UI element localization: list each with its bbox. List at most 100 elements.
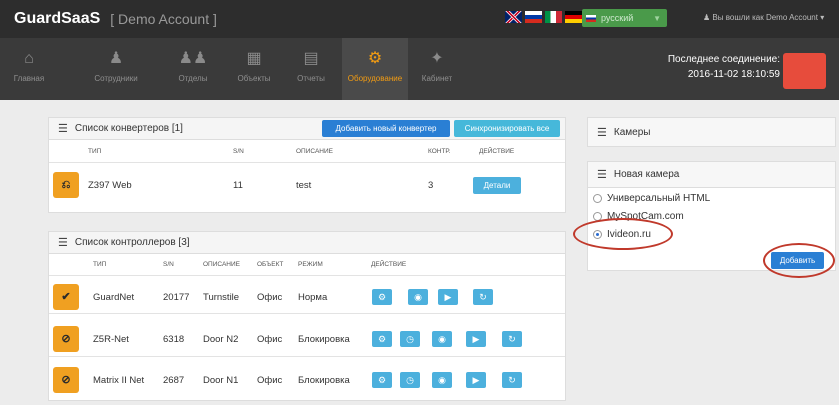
controller-mode: Норма (298, 292, 328, 303)
divider (49, 275, 565, 276)
chart-icon: ▤ (303, 50, 319, 67)
controller-sn: 6318 (163, 334, 185, 345)
controller-type: Matrix II Net (93, 375, 145, 386)
account-label: [ Demo Account ] (110, 11, 217, 27)
user-menu[interactable]: ♟ Вы вошли как Demo Account ▾ (703, 13, 824, 22)
clock-icon[interactable]: ◷ (400, 331, 420, 347)
blocked-icon[interactable]: ⊘ (53, 326, 79, 352)
de-flag-icon[interactable] (565, 11, 582, 23)
controller-description: Door N2 (203, 334, 239, 345)
nav-label: Оборудование (347, 74, 403, 83)
language-flags (505, 11, 582, 23)
details-button[interactable]: Детали (473, 177, 521, 194)
ru-flag-icon (586, 14, 596, 22)
controller-type: GuardNet (93, 292, 135, 303)
user-icon: ♟ (703, 13, 711, 22)
nav-item-employees[interactable]: ♟ Сотрудники (86, 38, 146, 100)
highlight-oval (573, 218, 673, 250)
nav-item-cabinet[interactable]: ✦ Кабинет (412, 38, 462, 100)
wrench-icon: ✦ (430, 50, 444, 67)
settings-icon[interactable]: ⚙ (372, 289, 392, 305)
folder-icon[interactable]: ▶ (438, 289, 458, 305)
ru-flag-icon[interactable] (525, 11, 542, 23)
brand-logo[interactable]: GuardSaaS (14, 10, 100, 28)
nav-label: Кабинет (421, 74, 453, 83)
caret-down-icon: ▾ (820, 13, 825, 22)
refresh-icon[interactable]: ↻ (502, 331, 522, 347)
nav-item-reports[interactable]: ▤ Отчеты (288, 38, 334, 100)
new-camera-title: Новая камера (613, 169, 680, 180)
nav-label: Главная (13, 74, 45, 83)
list-icon: ☰ (597, 169, 607, 181)
controller-object: Офис (257, 292, 283, 303)
language-select[interactable]: русский ▼ (582, 9, 667, 27)
radio-button[interactable] (593, 194, 602, 203)
clock-icon[interactable]: ◷ (400, 372, 420, 388)
nav-label: Объекты (237, 74, 271, 83)
nav-item-departments[interactable]: ♟♟ Отделы (168, 38, 218, 100)
settings-icon[interactable]: ⚙ (372, 372, 392, 388)
cameras-title: Камеры (613, 126, 651, 138)
camera-icon[interactable]: ◉ (408, 289, 428, 305)
user-icon: ♟ (108, 50, 124, 67)
controller-type: Z5R-Net (93, 334, 129, 345)
settings-icon[interactable]: ⚙ (372, 331, 392, 347)
cameras-header[interactable]: ☰ Камеры (588, 118, 835, 146)
refresh-icon[interactable]: ↻ (473, 289, 493, 305)
column-header-action: ДЕЙСТВИЕ (479, 148, 515, 155)
nav-label: Отчеты (297, 74, 325, 83)
converters-title: Список конвертеров [1] (74, 123, 183, 134)
group-icon: ♟♟ (178, 50, 208, 67)
controller-description: Turnstile (203, 292, 240, 303)
converter-sn: 11 (233, 180, 243, 191)
add-converter-button[interactable]: Добавить новый конвертер (322, 120, 450, 137)
controller-mode: Блокировка (298, 334, 350, 345)
column-header-object: ОБЪЕКТ (257, 261, 284, 268)
blocked-icon[interactable]: ⊘ (53, 367, 79, 393)
column-header-controllers: КОНТР. (428, 148, 451, 155)
connection-status-indicator[interactable] (783, 53, 826, 89)
refresh-icon[interactable]: ↻ (502, 372, 522, 388)
converter-description: test (296, 180, 312, 191)
cameras-panel: ☰ Камеры (587, 117, 836, 147)
sync-all-button[interactable]: Синхронизировать все (454, 120, 560, 137)
user-menu-label: Вы вошли как Demo Account (712, 13, 818, 22)
camera-icon[interactable]: ◉ (432, 331, 452, 347)
camera-option-universal[interactable]: Универсальный HTML (593, 193, 710, 204)
nav-item-home[interactable]: ⌂ Главная (0, 38, 58, 100)
controller-mode: Блокировка (298, 375, 350, 386)
nav-label: Отделы (178, 74, 208, 83)
camera-icon[interactable]: ◉ (432, 372, 452, 388)
new-camera-header: ☰ Новая камера (588, 162, 835, 188)
gears-icon: ⚙ (367, 50, 383, 67)
column-header-action: ДЕЙСТВИЕ (371, 261, 407, 268)
it-flag-icon[interactable] (545, 11, 562, 23)
home-icon: ⌂ (24, 50, 34, 67)
chevron-down-icon: ▼ (653, 13, 661, 23)
uk-flag-icon[interactable] (505, 11, 522, 23)
column-header-type: ТИП (88, 148, 102, 155)
last-connection: Последнее соединение: 2016-11-02 18:10:5… (660, 52, 780, 82)
last-connection-label: Последнее соединение: (667, 54, 780, 65)
check-icon[interactable]: ✔ (53, 284, 79, 310)
list-icon: ☰ (58, 237, 68, 249)
controller-description: Door N1 (203, 375, 239, 386)
controller-object: Офис (257, 375, 283, 386)
controllers-header: ☰ Список контроллеров [3] (49, 232, 565, 254)
nav-label: Сотрудники (94, 74, 138, 83)
highlight-oval (763, 243, 835, 278)
nav-item-objects[interactable]: ▦ Объекты (228, 38, 280, 100)
folder-icon[interactable]: ▶ (466, 331, 486, 347)
language-value: русский (601, 13, 634, 23)
unlock-icon[interactable]: ⎌ (53, 172, 79, 198)
converter-type: Z397 Web (88, 180, 132, 191)
folder-icon[interactable]: ▶ (466, 372, 486, 388)
nav-item-equipment[interactable]: ⚙ Оборудование (342, 38, 408, 100)
controller-sn: 20177 (163, 292, 190, 303)
column-header-description: ОПИСАНИЕ (203, 261, 240, 268)
controller-object: Офис (257, 334, 283, 345)
column-header-mode: РЕЖИМ (298, 261, 323, 268)
controllers-title: Список контроллеров [3] (74, 237, 190, 248)
divider (49, 162, 565, 163)
last-connection-datetime: 2016-11-02 18:10:59 (687, 69, 780, 80)
